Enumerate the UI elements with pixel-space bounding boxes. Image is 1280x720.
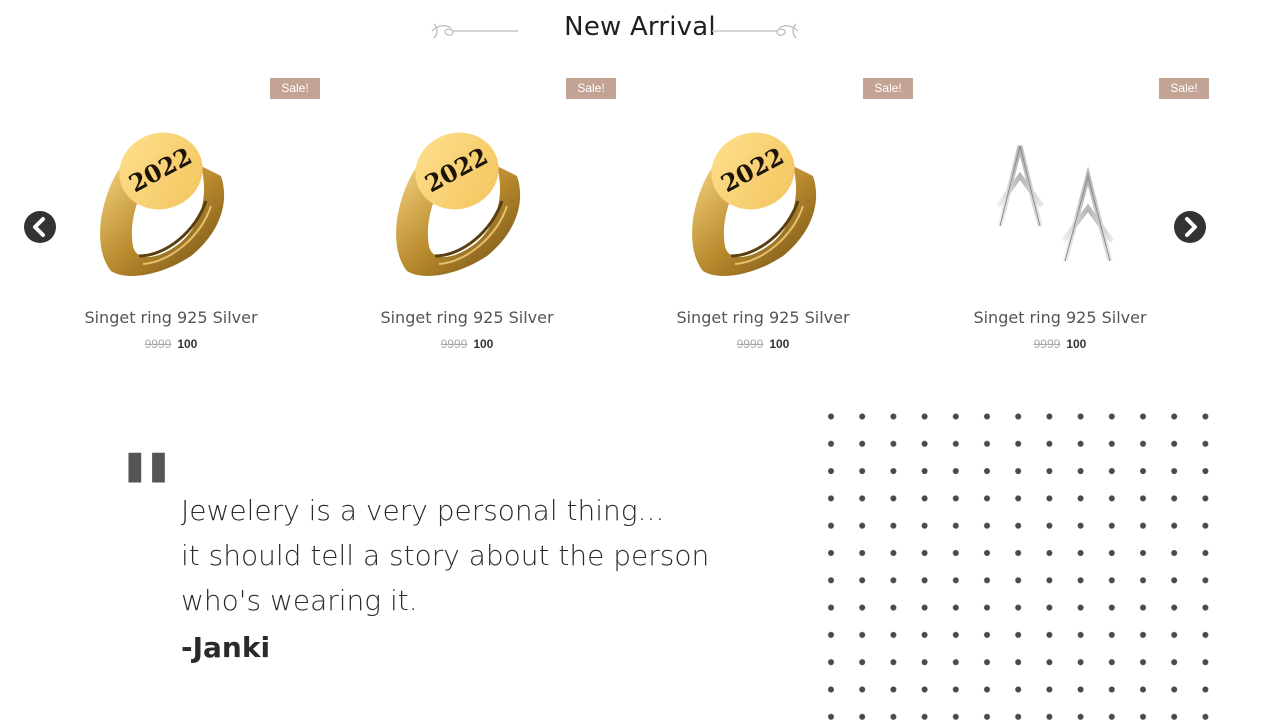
sale-price: 100: [1066, 337, 1087, 351]
quote-line: it should tell a story about the person: [181, 539, 710, 572]
sale-badge: Sale!: [566, 78, 616, 99]
sale-badge: Sale!: [270, 78, 320, 99]
product-card[interactable]: Sale! 2022 Singet ring 925 Silver 9999 10…: [653, 78, 913, 368]
testimonial-quote: Jewelery is a very personal thing... it …: [181, 488, 801, 673]
product-card[interactable]: Sale! Singet ring 925 Silver 9999 100: [950, 78, 1210, 368]
product-name[interactable]: Singet ring 925 Silver: [357, 308, 577, 327]
quote-line: Jewelery is a very personal thing...: [181, 494, 665, 527]
product-price: 9999 100: [950, 337, 1170, 351]
carousel-prev-button[interactable]: [24, 211, 56, 243]
sale-badge: Sale!: [1159, 78, 1209, 99]
flourish-right-icon: [712, 23, 799, 39]
signet-ring-icon: 2022: [396, 132, 521, 276]
product-name[interactable]: Singet ring 925 Silver: [950, 308, 1170, 327]
old-price: 9999: [736, 337, 764, 351]
sale-badge: Sale!: [863, 78, 913, 99]
product-price: 9999 100: [61, 337, 281, 351]
sale-price: 100: [473, 337, 494, 351]
section-header: New Arrival: [0, 10, 1280, 50]
product-name[interactable]: Singet ring 925 Silver: [61, 308, 281, 327]
product-price: 9999 100: [357, 337, 577, 351]
quote-line: who's wearing it.: [181, 584, 418, 617]
dot-pattern-decoration: [822, 408, 1222, 720]
section-title: New Arrival: [564, 12, 716, 42]
product-card[interactable]: Sale! 2022 Singet ring 925 Silver 9999 10…: [357, 78, 617, 368]
sale-price: 100: [769, 337, 790, 351]
signet-ring-icon: 2022: [100, 132, 225, 276]
product-card[interactable]: Sale! 2022 Singet ring 925 Silver 9999 10…: [61, 78, 321, 368]
chevron-left-icon: [33, 217, 45, 237]
sale-price: 100: [177, 337, 198, 351]
signet-ring-icon: 2022: [692, 132, 817, 276]
product-price: 9999 100: [653, 337, 873, 351]
quote-mark-icon: ": [118, 430, 176, 559]
product-name[interactable]: Singet ring 925 Silver: [653, 308, 873, 327]
old-price: 9999: [440, 337, 468, 351]
old-price: 9999: [144, 337, 172, 351]
quote-author: -Janki: [181, 631, 271, 664]
old-price: 9999: [1033, 337, 1061, 351]
silver-earrings-icon: [995, 145, 1115, 262]
